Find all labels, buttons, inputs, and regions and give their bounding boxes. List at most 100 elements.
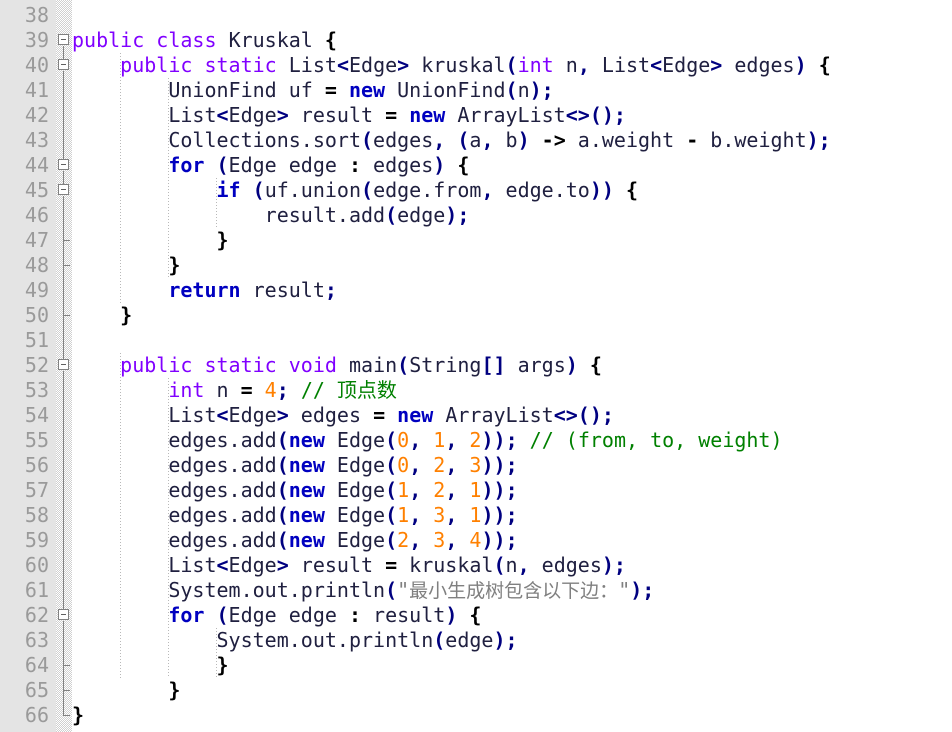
token-num: 4	[264, 378, 277, 402]
fold-empty	[56, 3, 72, 28]
code-line[interactable]: edges.add(new Edge(1, 3, 1));	[72, 503, 952, 528]
token-ident: result	[288, 103, 386, 127]
token-kw: static	[204, 53, 277, 77]
token-type: String	[409, 353, 482, 377]
token-op: (	[505, 53, 518, 77]
code-content-area[interactable]: public class Kruskal { public static Lis…	[72, 0, 952, 732]
token-op: ;	[818, 128, 831, 152]
fold-minus-icon[interactable]	[58, 59, 69, 70]
token-op: ,	[409, 503, 422, 527]
fold-minus-icon[interactable]	[58, 34, 69, 45]
code-line[interactable]: }	[72, 653, 952, 678]
code-line[interactable]: List<Edge> edges = new ArrayList<>();	[72, 403, 952, 428]
fold-toggle-icon[interactable]	[56, 603, 72, 628]
token-op: []	[481, 353, 506, 377]
fold-minus-icon[interactable]	[58, 184, 69, 195]
code-line[interactable]: return result;	[72, 278, 952, 303]
code-line[interactable]: result.add(edge);	[72, 203, 952, 228]
fold-branch-icon	[56, 653, 72, 678]
token-opk: }	[216, 653, 229, 677]
token-op: (	[360, 128, 374, 152]
code-line[interactable]	[72, 3, 952, 28]
fold-minus-icon[interactable]	[58, 359, 69, 370]
fold-line-icon	[56, 528, 72, 553]
token-op: ,	[445, 528, 458, 552]
code-line[interactable]: System.out.println(edge);	[72, 628, 952, 653]
fold-toggle-icon[interactable]	[56, 28, 72, 53]
token-kw2: if	[216, 178, 241, 202]
token-opk: }	[72, 703, 85, 727]
fold-minus-icon[interactable]	[58, 159, 69, 170]
token-op: ;	[505, 428, 518, 452]
fold-minus-icon[interactable]	[58, 609, 69, 620]
token-strq: "	[397, 578, 410, 602]
code-line[interactable]: List<Edge> result = kruskal(n, edges);	[72, 553, 952, 578]
token-ident: Edge	[324, 528, 386, 552]
code-editor[interactable]: 38 39 40 41 42 43 44 45 46 47 48 49 50 51 52 53 54 55 56 57…	[0, 0, 952, 732]
code-line[interactable]: edges.add(new Edge(0, 2, 3));	[72, 453, 952, 478]
code-line[interactable]: for (Edge edge : edges) {	[72, 153, 952, 178]
code-line[interactable]: public static List<Edge> kruskal(int n, …	[72, 53, 952, 78]
fold-toggle-icon[interactable]	[56, 178, 72, 203]
code-line[interactable]: System.out.println("最小生成树包含以下边：");	[72, 578, 952, 603]
token-ident: result	[288, 553, 386, 577]
code-line[interactable]: edges.add(new Edge(0, 1, 2)); // (from, …	[72, 428, 952, 453]
token-num: 1	[433, 428, 446, 452]
token-type: List	[168, 103, 217, 127]
fold-line-icon	[56, 478, 72, 503]
fold-line-icon	[56, 628, 72, 653]
token-ident: result.add	[264, 203, 386, 227]
code-line[interactable]: }	[72, 303, 952, 328]
code-line[interactable]: }	[72, 253, 952, 278]
token-op: <>	[565, 103, 590, 127]
code-line[interactable]: }	[72, 228, 952, 253]
line-number: 61	[24, 578, 49, 602]
token-type: Edge	[228, 553, 277, 577]
code-line[interactable]: public static void main(String[] args) {	[72, 353, 952, 378]
token-op: ))	[589, 178, 614, 202]
token-num: 1	[397, 503, 410, 527]
token-opk: :	[348, 603, 362, 627]
token-op: ;	[505, 628, 518, 652]
code-folding-margin[interactable]	[56, 0, 72, 732]
code-line[interactable]: Collections.sort(edges, (a, b) -> a.weig…	[72, 128, 952, 153]
token-num: 4	[469, 528, 482, 552]
token-op: )	[445, 603, 458, 627]
code-line[interactable]: UnionFind uf = new UnionFind(n);	[72, 78, 952, 103]
code-line[interactable]: for (Edge edge : result) {	[72, 603, 952, 628]
line-number: 57	[24, 478, 49, 502]
token-op: ;	[505, 528, 518, 552]
code-line[interactable]: List<Edge> result = new ArrayList<>();	[72, 103, 952, 128]
line-number: 63	[24, 628, 49, 652]
token-num: 3	[433, 528, 446, 552]
token-kw: public	[120, 53, 193, 77]
code-line[interactable]: edges.add(new Edge(2, 3, 4));	[72, 528, 952, 553]
code-line[interactable]: if (uf.union(edge.from, edge.to)) {	[72, 178, 952, 203]
token-op: (	[577, 403, 590, 427]
fold-toggle-icon[interactable]	[56, 153, 72, 178]
token-op: >	[397, 53, 410, 77]
token-op: <	[216, 103, 229, 127]
code-line[interactable]: }	[72, 703, 952, 728]
token-op: ;	[457, 203, 470, 227]
code-line[interactable]: public class Kruskal {	[72, 28, 952, 53]
token-op: ,	[433, 128, 446, 152]
fold-toggle-icon[interactable]	[56, 53, 72, 78]
fold-toggle-icon[interactable]	[56, 353, 72, 378]
code-line[interactable]: int n = 4; // 顶点数	[72, 378, 952, 403]
code-line[interactable]	[72, 328, 952, 353]
code-line[interactable]: }	[72, 678, 952, 703]
fold-line-icon	[56, 453, 72, 478]
code-line[interactable]: edges.add(new Edge(1, 2, 1));	[72, 478, 952, 503]
line-number: 49	[24, 278, 49, 302]
